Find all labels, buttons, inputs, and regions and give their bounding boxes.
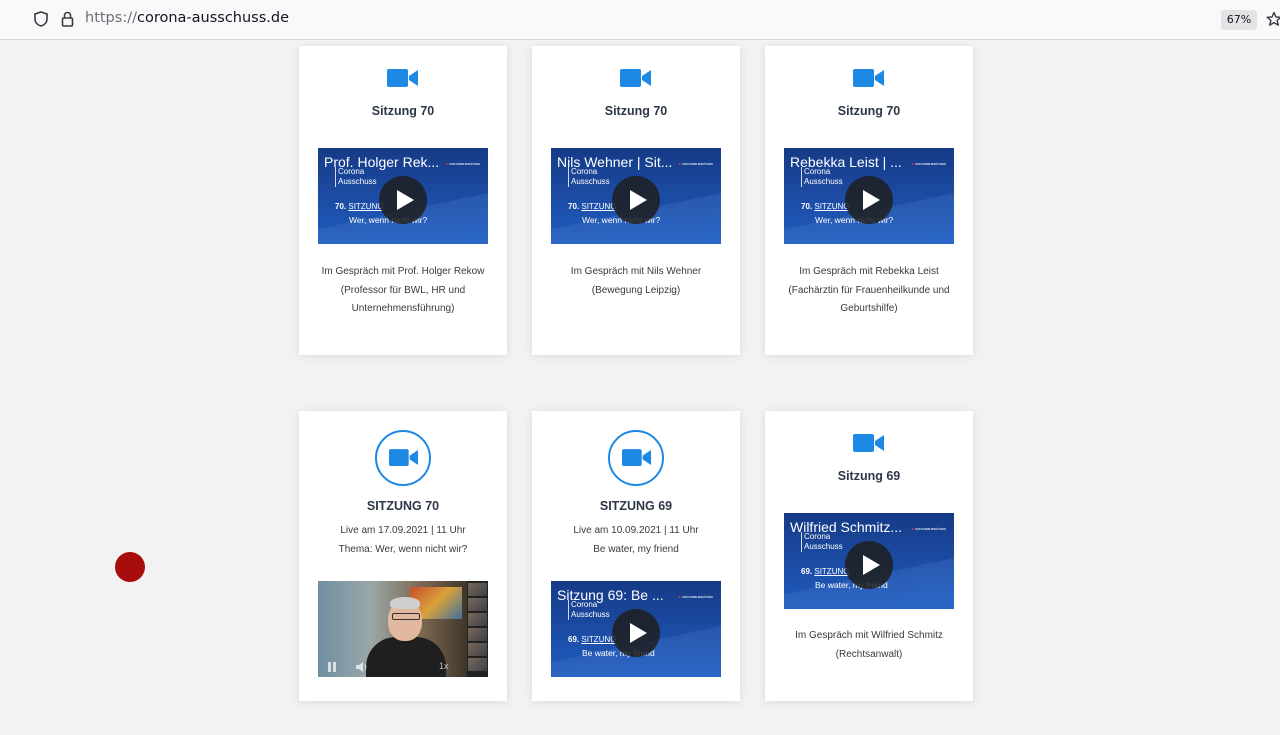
- session-info: Live am 17.09.2021 | 11 Uhr Thema: Wer, w…: [338, 525, 468, 555]
- url-protocol: https://: [85, 10, 137, 26]
- video-card: Sitzung 69 Wilfried Schmitz... ● coronaa…: [765, 411, 973, 701]
- browser-toolbar: https://corona-ausschuss.de 67%: [0, 0, 1280, 40]
- card-title: Sitzung 70: [837, 104, 901, 118]
- card-description: Im Gespräch mit Prof. Holger Rekow (Profe…: [321, 266, 485, 314]
- channel-logo: ● coronaausschuss: [911, 526, 946, 531]
- card-title: Sitzung 70: [371, 104, 435, 118]
- session-label: 70. SITZUNG: [335, 202, 384, 211]
- card-title: Sitzung 69: [837, 469, 901, 483]
- card-title: SITZUNG 69: [599, 499, 673, 513]
- video-camera-icon: [853, 434, 884, 452]
- corona-ausschuss-label: Corona Ausschuss: [568, 167, 610, 187]
- video-card: Sitzung 70 Rebekka Leist | ... ● coronaa…: [765, 46, 973, 355]
- session-label: 70. SITZUNG: [801, 202, 850, 211]
- video-camera-circle-icon: [608, 430, 664, 486]
- record-indicator-dot: [115, 552, 145, 582]
- play-icon: [397, 190, 414, 210]
- card-description: Im Gespräch mit Nils Wehner (Bewegung Lei…: [570, 266, 702, 296]
- video-card: Sitzung 70 Prof. Holger Rek... ● coronaa…: [299, 46, 507, 355]
- channel-logo: ● coronaausschuss: [678, 594, 713, 599]
- session-label: 69. SITZUNG: [568, 635, 617, 644]
- video-camera-icon: [620, 69, 651, 87]
- video-thumbnail[interactable]: Sitzung 69: Be ... ● coronaausschuss Cor…: [551, 581, 721, 677]
- play-button[interactable]: [612, 176, 660, 224]
- pause-icon[interactable]: [328, 662, 336, 672]
- session-card: SITZUNG 69 Live am 10.09.2021 | 11 Uhr Be…: [532, 411, 740, 701]
- video-camera-icon: [853, 69, 884, 87]
- corona-ausschuss-label: Corona Ausschuss: [801, 532, 843, 552]
- play-button[interactable]: [379, 176, 427, 224]
- bookmark-star-icon[interactable]: [1266, 11, 1280, 31]
- session-info: Live am 10.09.2021 | 11 Uhr Be water, my …: [573, 525, 699, 555]
- volume-icon[interactable]: [356, 662, 368, 672]
- play-icon: [863, 555, 880, 575]
- play-button[interactable]: [845, 541, 893, 589]
- corona-ausschuss-label: Corona Ausschuss: [335, 167, 377, 187]
- video-card: Sitzung 70 Nils Wehner | Sit... ● corona…: [532, 46, 740, 355]
- video-thumbnail[interactable]: Rebekka Leist | ... ● coronaausschuss Co…: [784, 148, 954, 244]
- zoom-level-badge[interactable]: 67%: [1221, 10, 1257, 30]
- url-host: corona-ausschuss.de: [136, 10, 290, 26]
- lock-icon[interactable]: [61, 11, 74, 31]
- play-button[interactable]: [845, 176, 893, 224]
- play-icon: [630, 623, 647, 643]
- live-video-player[interactable]: 1x: [318, 581, 488, 677]
- channel-logo: ● coronaausschuss: [911, 161, 946, 166]
- shield-icon[interactable]: [34, 11, 48, 31]
- video-thumbnail[interactable]: Wilfried Schmitz... ● coronaausschuss Co…: [784, 513, 954, 609]
- session-label: 70. SITZUNG: [568, 202, 617, 211]
- live-session-card: SITZUNG 70 Live am 17.09.2021 | 11 Uhr Th…: [299, 411, 507, 701]
- corona-ausschuss-label: Corona Ausschuss: [801, 167, 843, 187]
- corona-ausschuss-label: Corona Ausschuss: [568, 600, 610, 620]
- channel-logo: ● coronaausschuss: [445, 161, 480, 166]
- channel-logo: ● coronaausschuss: [678, 161, 713, 166]
- play-button[interactable]: [612, 609, 660, 657]
- playback-speed[interactable]: 1x: [439, 661, 449, 671]
- play-icon: [863, 190, 880, 210]
- video-camera-icon: [387, 69, 418, 87]
- player-controls: 1x: [318, 657, 468, 677]
- card-description: Im Gespräch mit Rebekka Leist (Fachärztin…: [788, 266, 950, 314]
- play-icon: [630, 190, 647, 210]
- card-title: SITZUNG 70: [366, 499, 440, 513]
- video-camera-circle-icon: [375, 430, 431, 486]
- video-thumbnail[interactable]: Nils Wehner | Sit... ● coronaausschuss C…: [551, 148, 721, 244]
- session-label: 69. SITZUNG: [801, 567, 850, 576]
- card-title: Sitzung 70: [604, 104, 668, 118]
- video-thumbnail[interactable]: Prof. Holger Rek... ● coronaausschuss Co…: [318, 148, 488, 244]
- card-description: Im Gespräch mit Wilfried Schmitz (Rechtsa…: [795, 630, 943, 660]
- url-field[interactable]: https://corona-ausschuss.de: [85, 10, 289, 26]
